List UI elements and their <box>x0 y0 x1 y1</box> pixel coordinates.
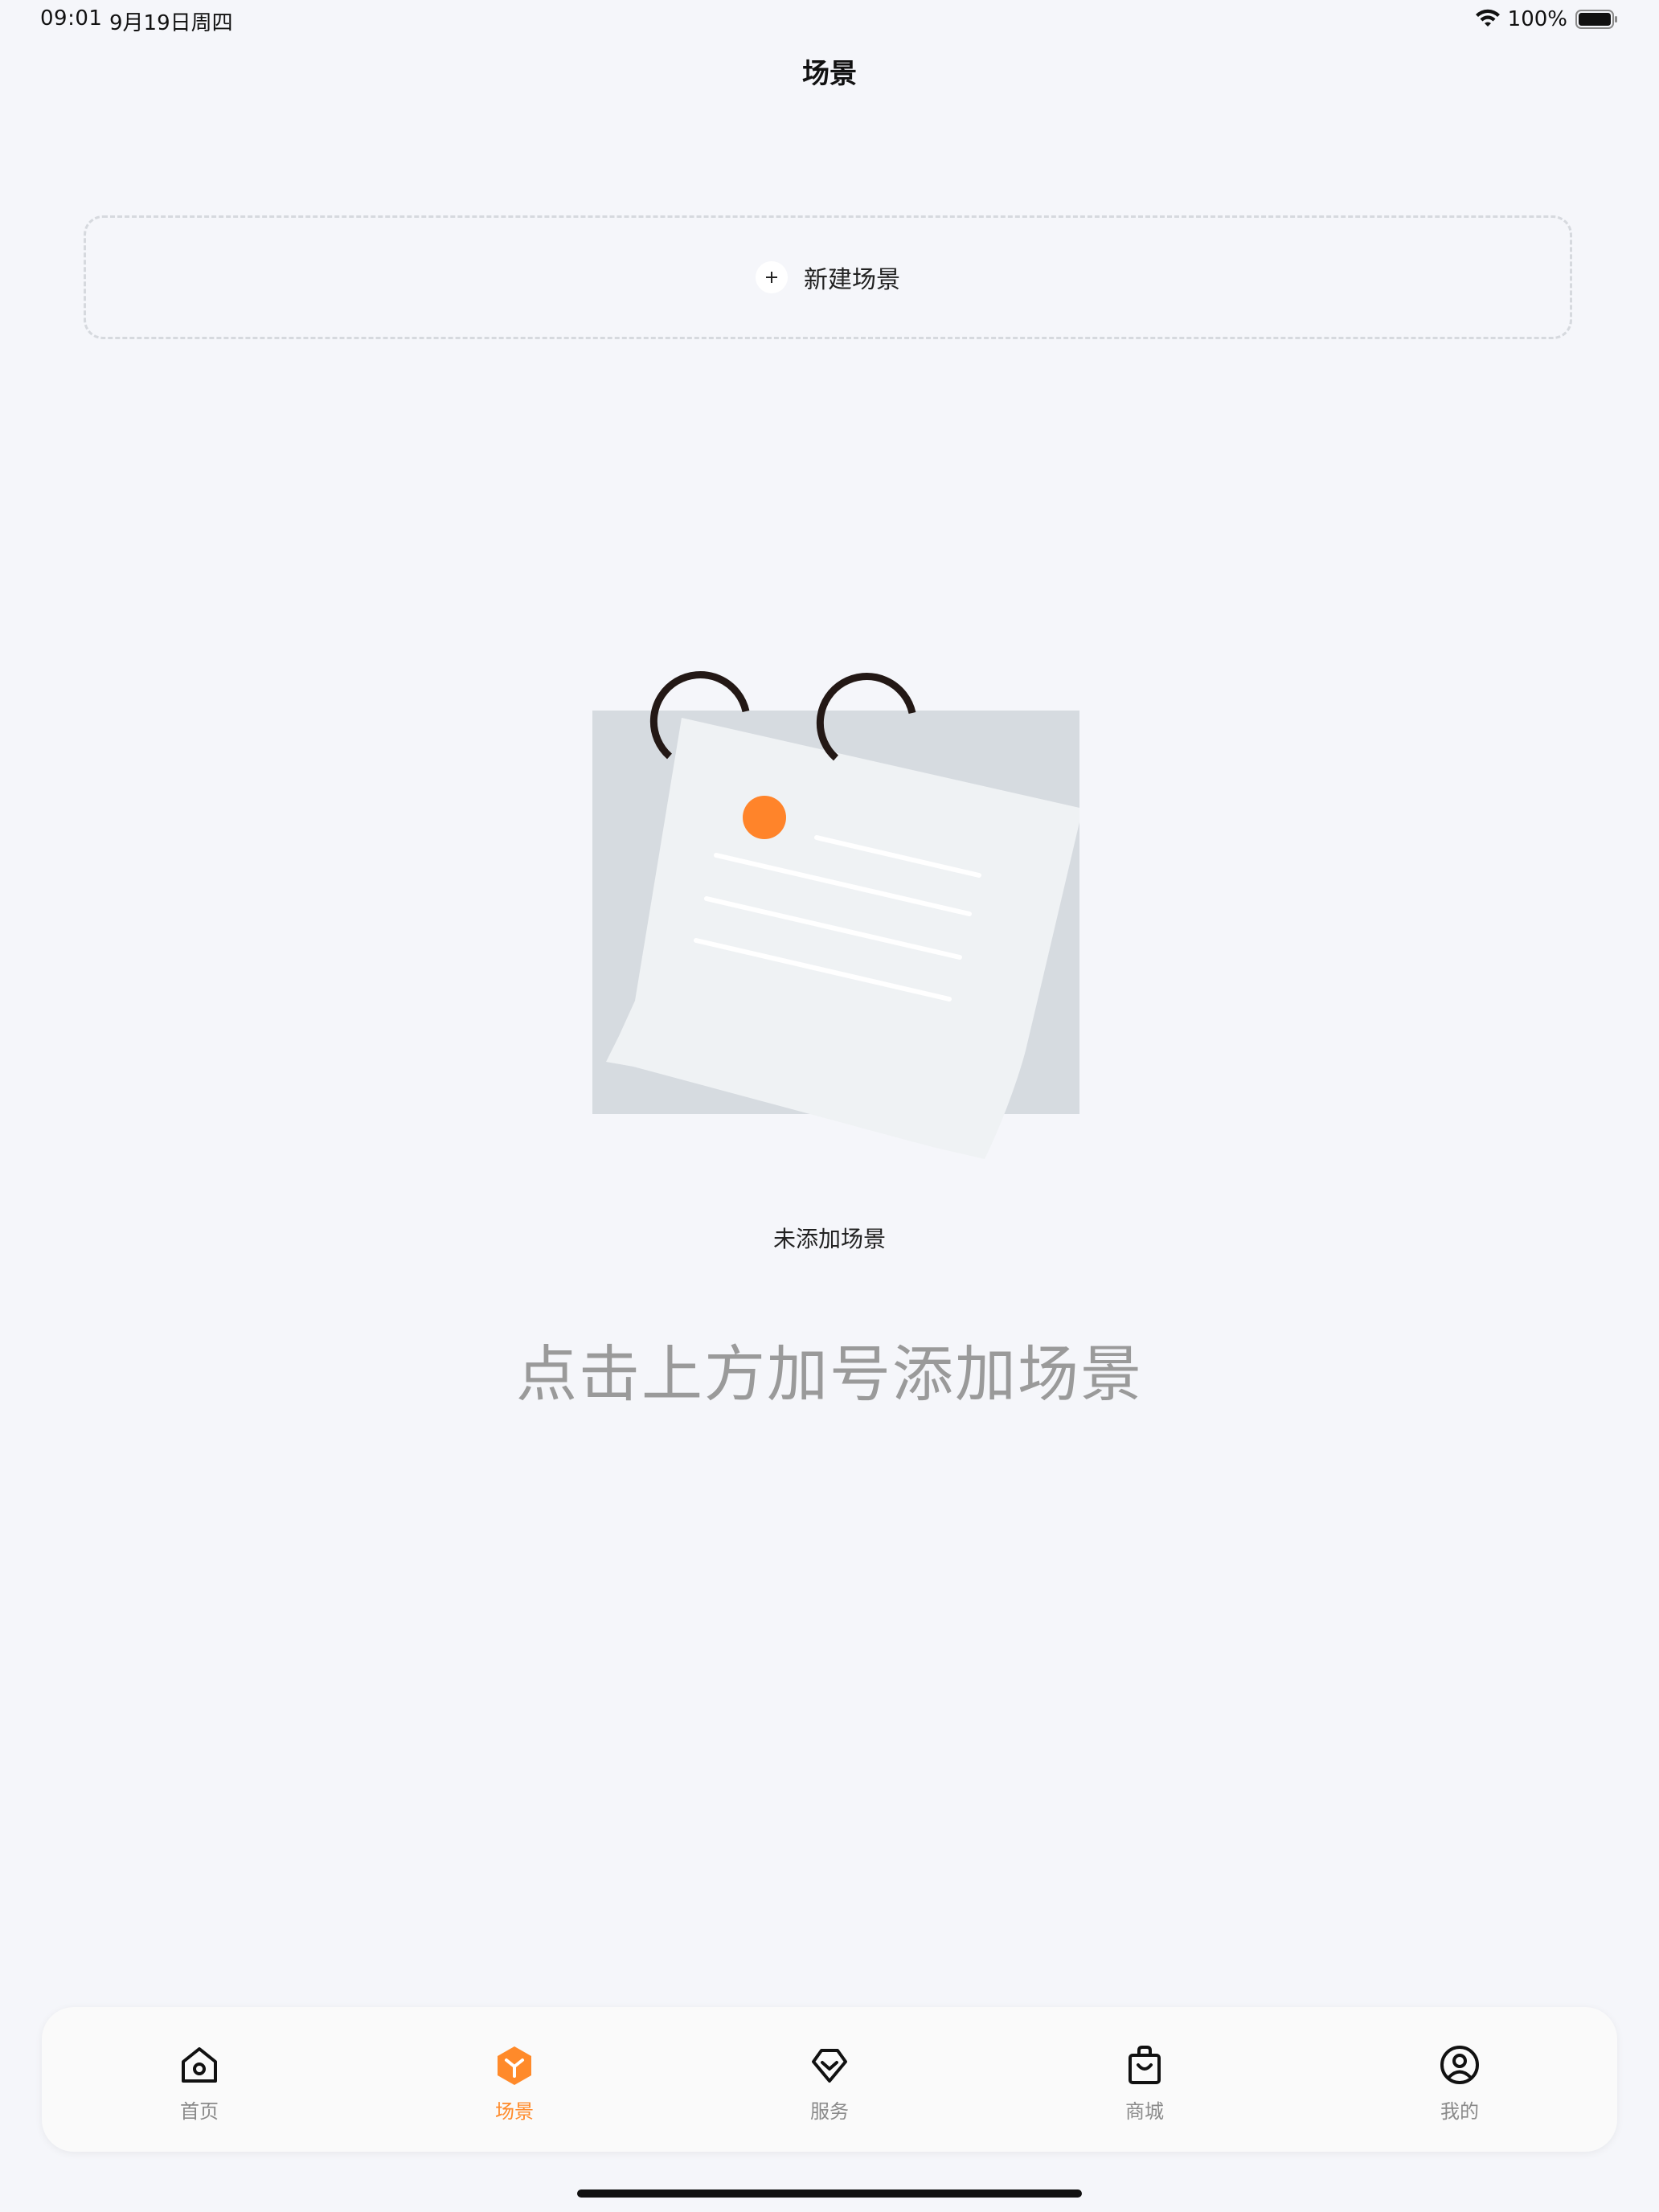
tab-mine[interactable]: 我的 <box>1302 2007 1617 2152</box>
status-bar: 09:01 9月19日周四 100% <box>0 0 1659 39</box>
tab-mall-label: 商城 <box>1125 2100 1164 2123</box>
tab-service[interactable]: 服务 <box>672 2007 987 2152</box>
tab-mine-label: 我的 <box>1440 2100 1479 2123</box>
tab-service-label: 服务 <box>810 2100 849 2123</box>
plus-icon <box>756 261 788 293</box>
scene-cube-icon <box>498 2046 531 2085</box>
tab-scene[interactable]: 场景 <box>357 2007 672 2152</box>
shopping-bag-icon <box>1129 2046 1161 2084</box>
tab-scene-label: 场景 <box>495 2100 534 2123</box>
status-time: 09:01 <box>40 6 103 31</box>
home-icon <box>182 2047 217 2083</box>
tab-home-label: 首页 <box>180 2100 219 2123</box>
battery-percentage: 100% <box>1507 7 1567 31</box>
home-indicator[interactable] <box>577 2189 1082 2198</box>
empty-state-title: 未添加场景 <box>772 1226 886 1252</box>
service-diamond-icon <box>812 2049 847 2083</box>
status-date: 9月19日周四 <box>109 11 233 35</box>
bottom-tab-bar: 首页 场景 服务 商城 我的 <box>42 2007 1617 2152</box>
empty-notepad-illustration <box>592 671 1079 1159</box>
new-scene-button[interactable]: 新建场景 <box>84 215 1572 339</box>
tab-mall[interactable]: 商城 <box>987 2007 1302 2152</box>
status-indicators: 100% <box>1474 6 1619 32</box>
battery-icon <box>1575 10 1617 29</box>
user-profile-icon <box>1440 2046 1479 2084</box>
wifi-icon <box>1475 9 1500 27</box>
page-title: 场景 <box>802 58 857 90</box>
empty-state-hint: 点击上方加号添加场景 <box>516 1338 1143 1410</box>
new-scene-label: 新建场景 <box>804 266 900 294</box>
tab-home[interactable]: 首页 <box>42 2007 357 2152</box>
